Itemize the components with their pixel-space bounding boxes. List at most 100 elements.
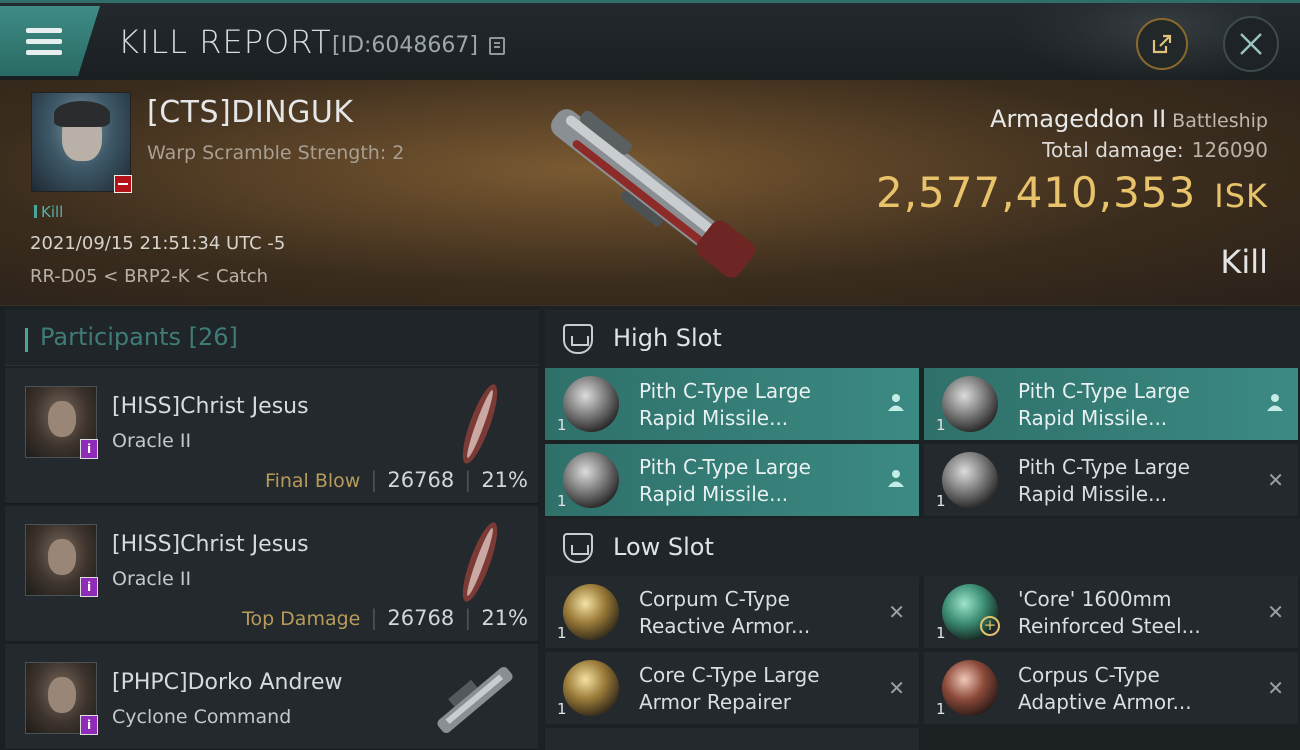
module-item[interactable]: 1 Corpum C-Type Reactive Armor... ✕ xyxy=(545,576,919,648)
participant-row[interactable]: i [HISS]Christ Jesus Oracle II Final Blo… xyxy=(5,368,538,504)
person-icon xyxy=(1266,392,1284,417)
module-quantity: 1 xyxy=(936,416,946,434)
high-slot-title: High Slot xyxy=(613,324,722,352)
module-name-line2: Reactive Armor... xyxy=(639,614,811,638)
close-button[interactable] xyxy=(1223,16,1279,72)
hamburger-menu-icon xyxy=(26,28,62,56)
module-quantity: 1 xyxy=(557,416,567,434)
module-name-line1: 'Core' 1600mm xyxy=(1018,587,1172,611)
participant-tag: Final Blow xyxy=(265,470,361,492)
plus-icon: + xyxy=(980,616,1000,636)
module-name-line1: Pith C-Type Large xyxy=(639,455,811,479)
share-icon xyxy=(1152,34,1172,54)
destroyed-x-icon: ✕ xyxy=(1267,676,1284,700)
destroyed-x-icon: ✕ xyxy=(1267,600,1284,624)
participant-ship-icon xyxy=(462,384,498,464)
module-name: Core C-Type Large Armor Repairer xyxy=(639,662,879,716)
module-item[interactable]: + 1 'Core' 1600mm Reinforced Steel... ✕ xyxy=(924,576,1298,648)
module-name-line2: Rapid Missile... xyxy=(639,406,789,430)
participant-damage: 26768 xyxy=(387,468,455,492)
participant-tag: Top Damage xyxy=(242,608,361,630)
module-item[interactable]: 1 Pith C-Type Large Rapid Missile... xyxy=(924,368,1298,440)
top-bar: KILL REPORT [ID:6048667] xyxy=(0,0,1300,83)
victim-subtitle: Warp Scramble Strength: 2 xyxy=(147,142,405,164)
module-item-partial[interactable] xyxy=(545,728,919,750)
close-icon xyxy=(1240,33,1262,55)
participant-name: [PHPC]Dorko Andrew xyxy=(112,670,343,695)
info-badge-icon: i xyxy=(80,439,98,459)
module-name-line2: Rapid Missile... xyxy=(1018,482,1168,506)
armor-hardener-icon xyxy=(563,584,619,640)
destroyed-badge-icon xyxy=(114,175,132,193)
module-item[interactable]: 1 Corpus C-Type Adaptive Armor... ✕ xyxy=(924,652,1298,724)
module-name: Pith C-Type Large Rapid Missile... xyxy=(639,454,879,508)
participant-ship-icon xyxy=(437,666,513,734)
kill-result: Kill xyxy=(1220,243,1268,281)
total-damage: Total damage: 126090 xyxy=(1042,138,1268,162)
report-id: [ID:6048667] xyxy=(332,33,478,58)
participant-name: [HISS]Christ Jesus xyxy=(112,394,309,419)
module-quantity: 1 xyxy=(557,700,567,718)
victim-ship-image xyxy=(551,109,756,278)
participant-damage: 26768 xyxy=(387,606,455,630)
module-item[interactable]: 1 Pith C-Type Large Rapid Missile... ✕ xyxy=(924,444,1298,516)
module-name-line1: Corpus C-Type xyxy=(1018,663,1160,687)
participant-ship-icon xyxy=(462,522,498,602)
module-name-line2: Rapid Missile... xyxy=(1018,406,1168,430)
kill-location: RR-D05 < BRP2-K < Catch xyxy=(30,266,269,287)
destroyed-x-icon: ✕ xyxy=(1267,468,1284,492)
module-name-line1: Core C-Type Large xyxy=(639,663,820,687)
module-name: Corpum C-Type Reactive Armor... xyxy=(639,586,879,640)
armor-repairer-icon xyxy=(563,660,619,716)
participant-percent: 21% xyxy=(481,606,528,630)
copy-icon[interactable] xyxy=(489,37,505,55)
module-name-line1: Pith C-Type Large xyxy=(639,379,811,403)
module-name: Corpus C-Type Adaptive Armor... xyxy=(1018,662,1258,716)
ship-name: Armageddon II xyxy=(990,105,1167,133)
destroyed-x-icon: ✕ xyxy=(888,676,905,700)
module-quantity: 1 xyxy=(936,624,946,642)
module-item[interactable]: 1 Pith C-Type Large Rapid Missile... xyxy=(545,368,919,440)
info-badge-icon: i xyxy=(80,715,98,735)
menu-button[interactable] xyxy=(0,6,100,76)
participant-ship: Cyclone Command xyxy=(112,706,292,728)
module-quantity: 1 xyxy=(936,700,946,718)
module-item[interactable]: 1 Core C-Type Large Armor Repairer ✕ xyxy=(545,652,919,724)
participant-stats: Final Blow | 26768 | 21% xyxy=(265,468,528,492)
ship-class: Battleship xyxy=(1172,110,1268,132)
module-name-line1: Corpum C-Type xyxy=(639,587,790,611)
module-name-line1: Pith C-Type Large xyxy=(1018,455,1190,479)
module-name-line2: Adaptive Armor... xyxy=(1018,690,1192,714)
kill-datetime: 2021/09/15 21:51:34 UTC -5 xyxy=(30,233,286,254)
low-slot-title: Low Slot xyxy=(613,533,714,561)
module-item[interactable]: 1 Pith C-Type Large Rapid Missile... xyxy=(545,444,919,516)
participant-ship: Oracle II xyxy=(112,568,192,590)
participant-percent: 21% xyxy=(481,468,528,492)
participants-title: Participants [26] xyxy=(40,323,238,351)
missile-launcher-icon xyxy=(942,376,998,432)
low-slot-icon xyxy=(563,533,593,563)
module-name: 'Core' 1600mm Reinforced Steel... xyxy=(1018,586,1258,640)
missile-launcher-icon xyxy=(563,452,619,508)
total-damage-label: Total damage: xyxy=(1042,138,1184,162)
participant-row[interactable]: i [PHPC]Dorko Andrew Cyclone Command xyxy=(5,644,538,750)
high-slot-header: High Slot xyxy=(545,310,1300,368)
page-title: KILL REPORT xyxy=(118,23,332,61)
person-icon xyxy=(887,468,905,493)
missile-launcher-icon xyxy=(942,452,998,508)
isk-amount: 2,577,410,353 xyxy=(875,168,1197,217)
victim-name: [CTS]DINGUK xyxy=(147,95,354,130)
kill-tag: Kill xyxy=(34,203,63,221)
module-name: Pith C-Type Large Rapid Missile... xyxy=(639,378,879,432)
participant-row[interactable]: i [HISS]Christ Jesus Oracle II Top Damag… xyxy=(5,506,538,642)
module-name-line2: Rapid Missile... xyxy=(639,482,789,506)
avatar: i xyxy=(25,386,98,459)
participant-stats: Top Damage | 26768 | 21% xyxy=(242,606,528,630)
isk-unit: ISK xyxy=(1214,177,1268,215)
share-button[interactable] xyxy=(1136,18,1188,70)
adaptive-armor-icon xyxy=(942,660,998,716)
high-slot-icon xyxy=(563,324,593,354)
avatar: i xyxy=(25,662,98,735)
missile-launcher-icon xyxy=(563,376,619,432)
module-quantity: 1 xyxy=(557,492,567,510)
